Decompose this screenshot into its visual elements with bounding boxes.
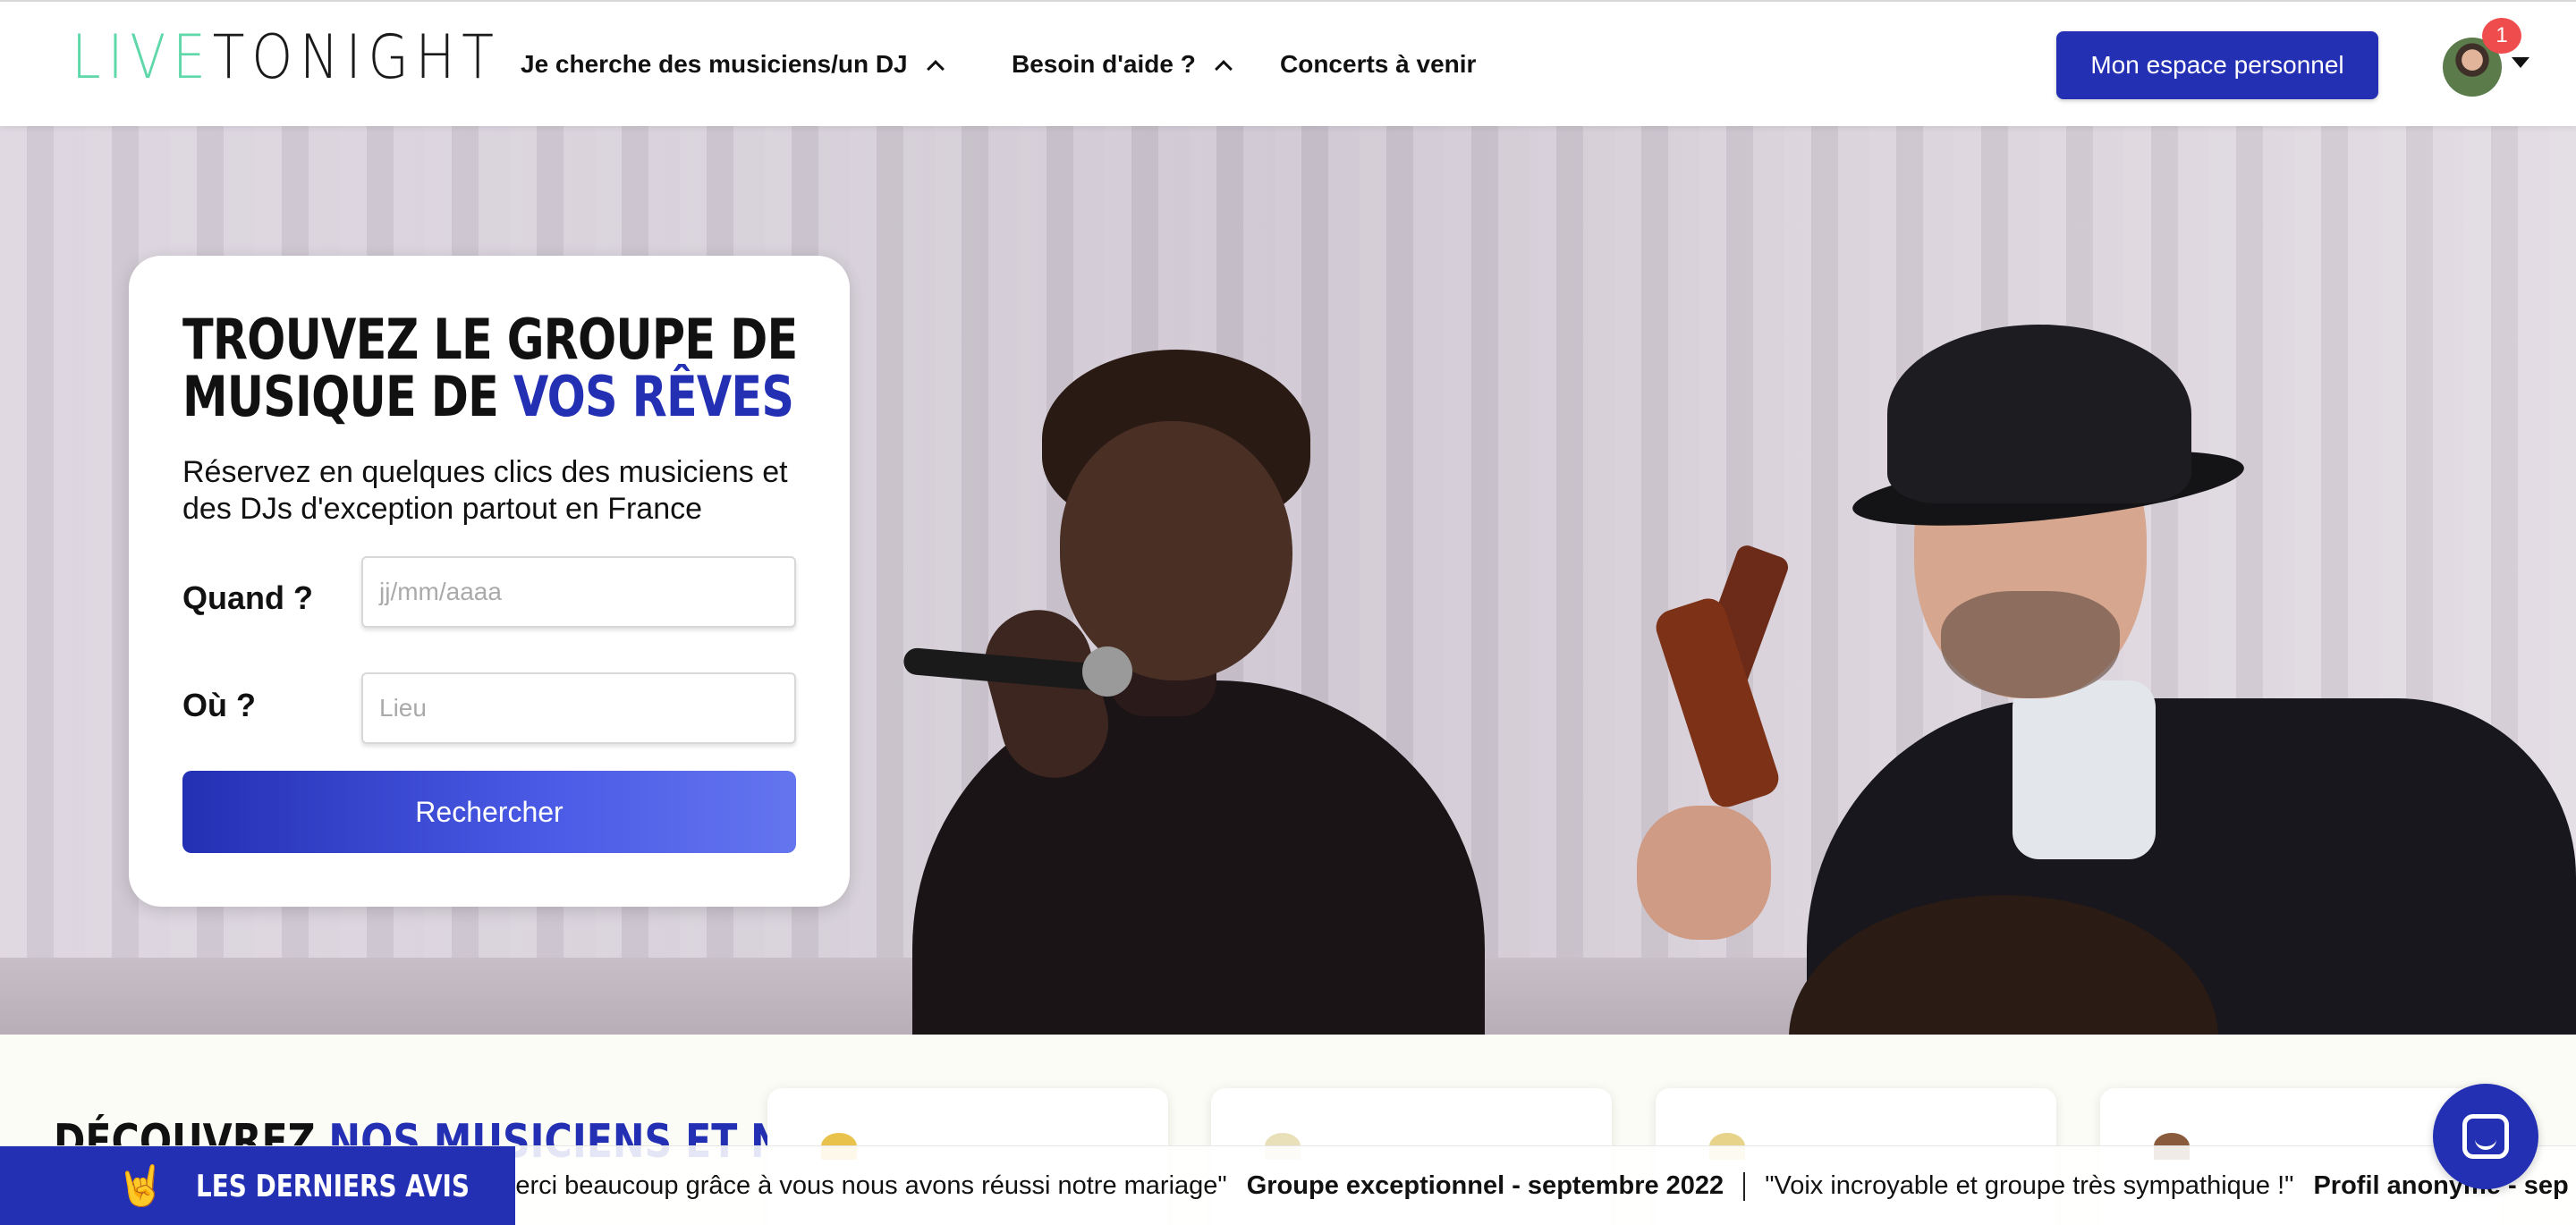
title-highlight: vos rêves <box>513 364 794 429</box>
singer-head <box>1060 421 1292 680</box>
review-separator <box>1743 1171 1746 1201</box>
nav-besoin-aide[interactable]: Besoin d'aide ? <box>1012 45 1233 84</box>
top-navbar: LIVETONIGHT Je cherche des musiciens/un … <box>0 0 2576 126</box>
chevron-up-icon <box>1214 60 1233 78</box>
title-line-1: Trouvez le groupe de <box>182 307 798 372</box>
reviews-track: e Merci beaucoup grâce à vous nous avons… <box>515 1146 2576 1225</box>
caret-down-icon[interactable] <box>2512 57 2529 68</box>
review-author: Groupe exceptionnel - septembre 2022 <box>1246 1171 1724 1200</box>
title-prefix: musique de <box>182 364 513 429</box>
mon-espace-personnel-button[interactable]: Mon espace personnel <box>2056 31 2378 99</box>
chevron-up-icon <box>926 60 945 78</box>
notification-badge: 1 <box>2482 18 2521 54</box>
logo-tonight: TONIGHT <box>212 22 501 93</box>
guitarist-hand <box>1637 806 1771 940</box>
review-author: Profil anonyme - sep <box>2313 1171 2569 1200</box>
chat-icon <box>2462 1114 2509 1159</box>
when-label: Quand ? <box>182 579 313 616</box>
rock-hand-icon: 🤘 <box>116 1163 165 1208</box>
reviews-ticker: 🤘 Les derniers avis e Merci beaucoup grâ… <box>0 1145 2576 1225</box>
nav-concerts-label: Concerts à venir <box>1280 50 1477 78</box>
reviews-row: e Merci beaucoup grâce à vous nous avons… <box>515 1171 2569 1201</box>
guitarist-shirt <box>2012 680 2156 859</box>
review-quote: e Merci beaucoup grâce à vous nous avons… <box>515 1171 1227 1200</box>
search-card: Trouvez le groupe de musique de vos rêve… <box>129 256 850 907</box>
where-label: Où ? <box>182 687 256 723</box>
review-quote: "Voix incroyable et groupe très sympathi… <box>1765 1171 2294 1200</box>
date-input[interactable]: jj/mm/aaaa <box>361 556 796 628</box>
nav-musiciens-dj[interactable]: Je cherche des musiciens/un DJ <box>521 45 945 84</box>
search-card-subtitle: Réservez en quelques clics des musiciens… <box>182 455 788 526</box>
rechercher-button[interactable]: Rechercher <box>182 771 796 853</box>
location-input[interactable]: Lieu <box>361 672 796 744</box>
chat-launcher-button[interactable] <box>2433 1084 2538 1189</box>
title-line-2: musique de vos rêves <box>182 368 794 426</box>
guitarist-beard <box>1941 591 2120 698</box>
reviews-label-box: 🤘 Les derniers avis <box>0 1146 515 1225</box>
search-card-title: Trouvez le groupe de musique de vos rêve… <box>182 307 798 426</box>
nav-besoin-aide-label: Besoin d'aide ? <box>1012 50 1196 78</box>
fedora-hat <box>1887 325 2191 503</box>
livetonight-logo[interactable]: LIVETONIGHT <box>72 28 501 89</box>
nav-musiciens-dj-label: Je cherche des musiciens/un DJ <box>521 50 908 78</box>
reviews-label: Les derniers avis <box>195 1168 470 1204</box>
nav-concerts[interactable]: Concerts à venir <box>1280 45 1476 84</box>
logo-live: LIVE <box>72 22 213 93</box>
microphone-head <box>1082 646 1132 697</box>
